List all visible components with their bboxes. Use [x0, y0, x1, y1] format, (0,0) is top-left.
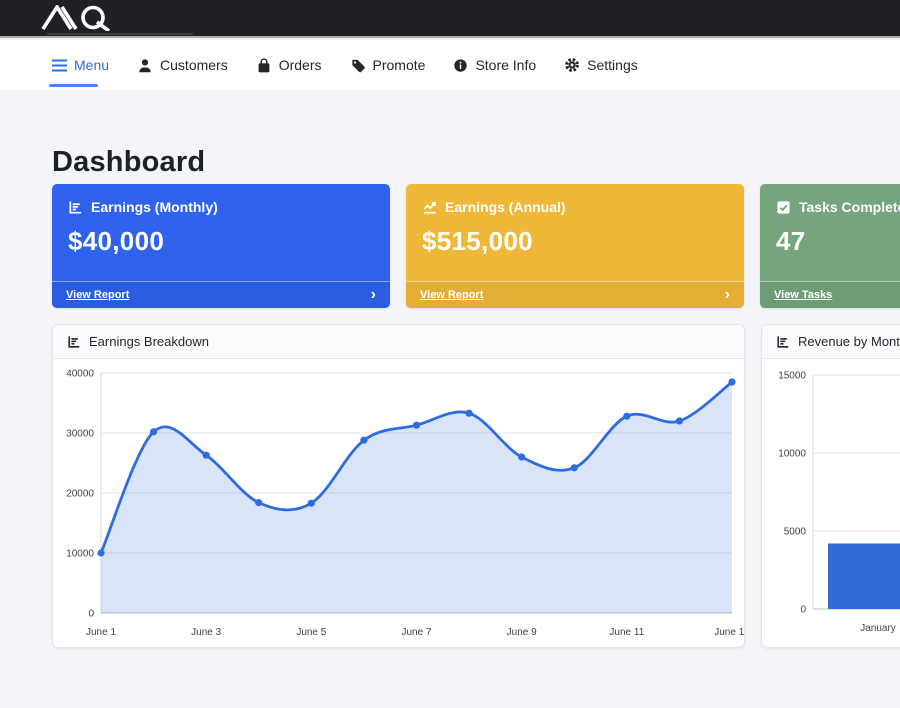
svg-text:June 1: June 1 [86, 627, 116, 638]
revenue-by-month-card: Revenue by Month 0 5000 10000 15000 January [761, 324, 900, 648]
stat-card-title: Earnings (Monthly) [91, 199, 218, 215]
svg-text:June 13: June 13 [714, 627, 744, 638]
view-report-link[interactable]: View Report [420, 289, 483, 301]
svg-text:June 11: June 11 [609, 627, 644, 638]
nav-item-settings[interactable]: Settings [564, 57, 638, 73]
stat-card-earnings-annual: Earnings (Annual) $515,000 View Report › [406, 184, 744, 308]
logo-underline [47, 33, 193, 35]
svg-text:10000: 10000 [66, 549, 94, 560]
earnings-breakdown-card: Earnings Breakdown 0 10000 20000 30000 40000… [52, 324, 745, 648]
chart-card-header: Earnings Breakdown [53, 325, 744, 359]
svg-text:30000: 30000 [66, 429, 94, 440]
stat-card-earnings-monthly: Earnings (Monthly) $40,000 View Report › [52, 184, 390, 308]
dashboard-screen: Menu Customers Orders Promote [0, 0, 900, 708]
svg-text:20000: 20000 [66, 489, 94, 500]
brand-logo-icon[interactable] [40, 5, 112, 31]
nav-label: Menu [74, 57, 109, 73]
svg-text:June 7: June 7 [401, 627, 431, 638]
stat-cards-row: Earnings (Monthly) $40,000 View Report ›… [52, 184, 900, 308]
svg-text:40000: 40000 [66, 369, 94, 380]
check-square-icon [776, 200, 791, 215]
chevron-right-icon: › [371, 287, 376, 303]
active-tab-underline [49, 84, 98, 87]
line-chart-area: 0 10000 20000 30000 40000 June 1 June 3 June 5 J… [53, 359, 744, 648]
bar-chart-icon [776, 335, 790, 349]
revenue-bar-chart: 0 5000 10000 15000 January [762, 359, 900, 647]
charts-row: Earnings Breakdown 0 10000 20000 30000 40000… [52, 324, 900, 648]
stat-card-value: $40,000 [52, 215, 390, 257]
stat-card-title: Tasks Completed [799, 199, 900, 215]
hamburger-icon [52, 59, 67, 72]
stat-card-footer: View Report › [406, 281, 744, 308]
stat-card-value: 47 [760, 215, 900, 257]
nav-item-customers[interactable]: Customers [137, 57, 228, 73]
nav-label: Customers [160, 57, 228, 73]
svg-text:10000: 10000 [778, 449, 806, 460]
svg-text:June 5: June 5 [296, 627, 326, 638]
bag-icon [256, 58, 272, 73]
nav-item-menu[interactable]: Menu [52, 57, 109, 73]
svg-text:15000: 15000 [778, 371, 806, 382]
page-title: Dashboard [52, 146, 205, 179]
nav-item-promote[interactable]: Promote [350, 57, 426, 73]
nav-item-store-info[interactable]: Store Info [453, 57, 536, 73]
bar-chart-icon [68, 200, 83, 215]
line-chart-icon [422, 200, 437, 215]
svg-text:January: January [860, 623, 896, 634]
info-icon [453, 58, 468, 73]
nav-label: Store Info [475, 57, 536, 73]
svg-text:0: 0 [88, 609, 94, 620]
stat-card-value: $515,000 [406, 215, 744, 257]
top-header [0, 0, 900, 38]
tag-icon [350, 58, 366, 73]
svg-text:June 3: June 3 [191, 627, 221, 638]
svg-text:June 9: June 9 [507, 627, 537, 638]
stat-card-header: Earnings (Annual) [406, 184, 744, 215]
stat-card-title: Earnings (Annual) [445, 199, 566, 215]
view-tasks-link[interactable]: View Tasks [774, 289, 832, 301]
nav-label: Promote [373, 57, 426, 73]
chart-card-header: Revenue by Month [762, 325, 900, 359]
nav-item-orders[interactable]: Orders [256, 57, 322, 73]
stat-card-footer: View Report › [52, 281, 390, 308]
stat-card-header: Tasks Completed [760, 184, 900, 215]
stat-card-tasks-completed: Tasks Completed 47 View Tasks › [760, 184, 900, 308]
stat-card-footer: View Tasks › [760, 281, 900, 308]
bar-chart-icon [67, 335, 81, 349]
gear-icon [564, 57, 580, 73]
bar-chart-area: 0 5000 10000 15000 January [762, 359, 900, 648]
nav-label: Settings [587, 57, 638, 73]
chart-title: Revenue by Month [798, 334, 900, 349]
stat-card-header: Earnings (Monthly) [52, 184, 390, 215]
svg-text:0: 0 [800, 605, 806, 616]
svg-text:5000: 5000 [784, 527, 807, 538]
earnings-line-chart: 0 10000 20000 30000 40000 June 1 June 3 June 5 J… [53, 359, 744, 647]
nav-label: Orders [279, 57, 322, 73]
view-report-link[interactable]: View Report [66, 289, 129, 301]
chevron-right-icon: › [725, 287, 730, 303]
chart-title: Earnings Breakdown [89, 334, 209, 349]
person-icon [137, 58, 153, 73]
main-nav: Menu Customers Orders Promote [0, 40, 900, 90]
